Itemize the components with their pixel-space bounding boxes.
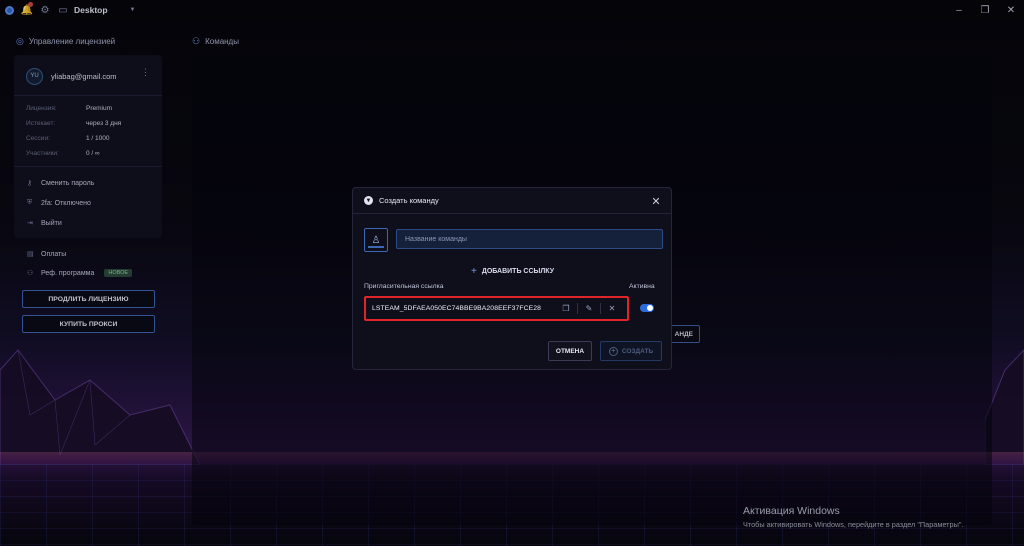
create-team-modal: ▼ Создать команду ✕ ♙ + ДОБАВИТЬ ССЫЛКУ … bbox=[352, 187, 672, 370]
create-button[interactable]: + СОЗДАТЬ bbox=[600, 341, 662, 361]
plus-circle-icon: + bbox=[608, 346, 618, 356]
person-icon: ♙ bbox=[371, 234, 381, 246]
modal-header: ▼ Создать команду bbox=[353, 188, 671, 214]
team-name-input[interactable] bbox=[396, 229, 663, 249]
modal-title: Создать команду bbox=[379, 196, 439, 205]
invite-link-header: Пригласительная ссылка bbox=[364, 283, 444, 290]
team-logo-icon: ▼ bbox=[364, 196, 373, 205]
create-label: СОЗДАТЬ bbox=[621, 347, 654, 355]
activation-subtitle: Чтобы активировать Windows, перейдите в … bbox=[743, 520, 964, 529]
windows-activation-watermark: Активация Windows Чтобы активировать Win… bbox=[743, 505, 963, 529]
activation-title: Активация Windows bbox=[743, 505, 840, 517]
link-actions: ❐ ✎ ✕ bbox=[555, 301, 623, 316]
edit-icon[interactable]: ✎ bbox=[578, 301, 600, 316]
cancel-button[interactable]: ОТМЕНА bbox=[548, 341, 592, 361]
add-link-label: ДОБАВИТЬ ССЫЛКУ bbox=[481, 268, 555, 275]
copy-icon[interactable]: ❐ bbox=[555, 301, 577, 316]
plus-icon: + bbox=[471, 266, 477, 277]
invite-link-text[interactable]: LSTEAM_5DFAEA050EC74BBE9BA208EEF37FCE28 bbox=[372, 305, 541, 312]
add-link-button[interactable]: + ДОБАВИТЬ ССЫЛКУ bbox=[471, 266, 554, 277]
delete-icon[interactable]: ✕ bbox=[601, 301, 623, 316]
active-header: Активна bbox=[629, 283, 655, 290]
active-toggle[interactable] bbox=[640, 304, 654, 312]
team-avatar-upload[interactable]: ♙ bbox=[364, 228, 388, 252]
close-icon[interactable]: ✕ bbox=[649, 194, 663, 208]
invite-link-row: LSTEAM_5DFAEA050EC74BBE9BA208EEF37FCE28 … bbox=[364, 296, 629, 321]
